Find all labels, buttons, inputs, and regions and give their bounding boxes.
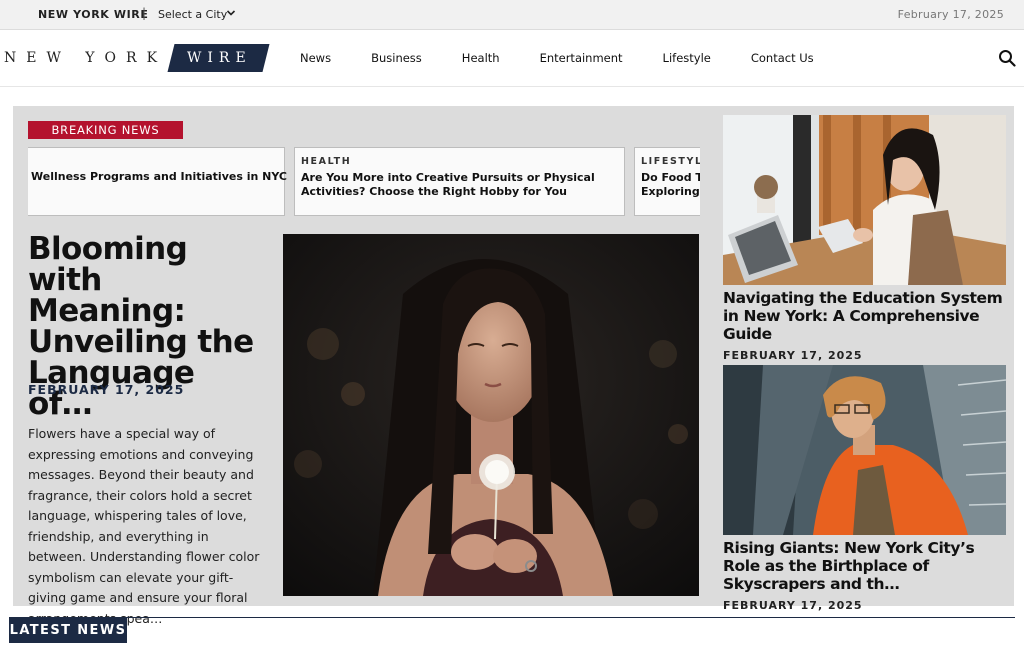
site-header: NEW YORK WIRE News Business Health Enter… — [0, 31, 1024, 87]
top-bar: NEW YORK WIRE | Select a City February 1… — [0, 0, 1024, 30]
ticker-category: HEALTH — [301, 156, 352, 167]
ticker-card[interactable]: LIFESTYLE Do Food To Exploring — [634, 147, 700, 216]
chevron-down-icon[interactable] — [226, 8, 236, 18]
ticker-title-line2: Exploring — [641, 185, 700, 198]
main-story-date: FEBRUARY 17, 2025 — [28, 382, 185, 397]
ticker-category: LIFESTYLE — [641, 156, 700, 167]
nav-news[interactable]: News — [300, 51, 331, 65]
breaking-news-badge: BREAKING NEWS — [28, 121, 183, 139]
latest-news-heading: LATEST NEWS — [9, 617, 127, 643]
nav-business[interactable]: Business — [371, 51, 422, 65]
site-logo[interactable]: NEW YORK WIRE — [4, 43, 270, 73]
side-story[interactable]: Rising Giants: New York City’s Role as t… — [723, 365, 1006, 612]
ticker-title: Do Food To — [641, 171, 700, 184]
topbar-date: February 17, 2025 — [897, 8, 1004, 21]
side-story-image[interactable] — [723, 115, 1006, 285]
main-nav: News Business Health Entertainment Lifes… — [300, 51, 854, 65]
side-story-date: FEBRUARY 17, 2025 — [723, 599, 863, 612]
ticker-card[interactable]: Wellness Programs and Initiatives in NYC — [28, 147, 287, 216]
ticker-title: Wellness Programs and Initiatives in NYC — [31, 170, 287, 183]
breaking-news-ticker: Wellness Programs and Initiatives in NYC… — [28, 147, 700, 217]
side-story-image[interactable] — [723, 365, 1006, 535]
ticker-title: Are You More into Creative Pursuits or P… — [301, 171, 595, 184]
ticker-title-line2: Activities? Choose the Right Hobby for Y… — [301, 185, 567, 198]
logo-wire: WIRE — [187, 50, 252, 66]
logo-new-york: NEW YORK — [4, 50, 168, 66]
ticker-card[interactable]: HEALTH Are You More into Creative Pursui… — [294, 147, 625, 216]
nav-contact-us[interactable]: Contact Us — [751, 51, 814, 65]
nav-health[interactable]: Health — [462, 51, 500, 65]
side-story-title[interactable]: Rising Giants: New York City’s Role as t… — [723, 539, 1006, 593]
city-select[interactable]: Select a City — [158, 8, 227, 21]
main-story-image[interactable] — [283, 234, 699, 596]
topbar-separator: | — [142, 6, 147, 20]
featured-section: BREAKING NEWS Wellness Programs and Init… — [13, 106, 1014, 626]
nav-entertainment[interactable]: Entertainment — [540, 51, 623, 65]
topbar-brand[interactable]: NEW YORK WIRE — [38, 8, 148, 21]
nav-lifestyle[interactable]: Lifestyle — [663, 51, 711, 65]
latest-news-divider — [9, 617, 1015, 618]
side-story-date: FEBRUARY 17, 2025 — [723, 349, 863, 362]
search-icon[interactable] — [998, 49, 1016, 67]
side-story[interactable]: Navigating the Education System in New Y… — [723, 115, 1006, 362]
logo-wire-block: WIRE — [167, 44, 270, 72]
main-story-excerpt: Flowers have a special way of expressing… — [28, 426, 260, 626]
side-story-title[interactable]: Navigating the Education System in New Y… — [723, 289, 1006, 343]
